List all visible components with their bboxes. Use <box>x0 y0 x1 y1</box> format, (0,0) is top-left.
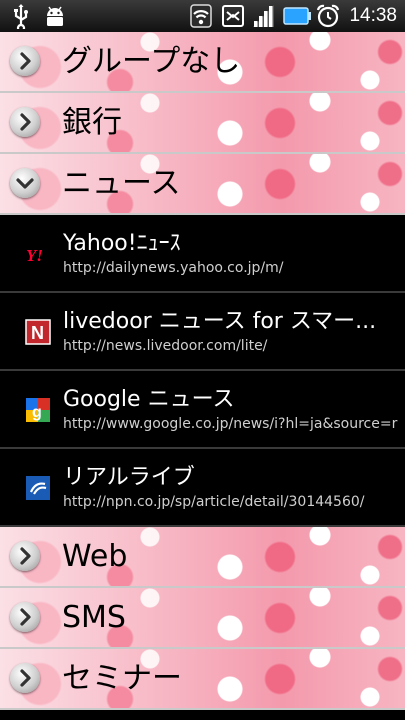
group-row-news[interactable]: ニュース <box>0 154 405 215</box>
group-label: グループなし <box>62 44 241 79</box>
google-favicon: g <box>26 398 50 422</box>
svg-text:N: N <box>31 323 44 343</box>
npn-favicon <box>26 476 50 500</box>
svg-text:Y!: Y! <box>26 246 43 265</box>
chevron-right-icon[interactable] <box>10 46 40 76</box>
bookmark-item[interactable]: N livedoor ニュース for スマー... http://news.l… <box>0 293 405 371</box>
bookmark-item[interactable]: リアルライブ http://npn.co.jp/sp/article/detai… <box>0 449 405 527</box>
status-bar: 14:38 <box>0 0 405 33</box>
bookmark-url: http://npn.co.jp/sp/article/detail/30144… <box>63 494 365 510</box>
bookmark-title: Yahoo!ﾆｭｰｽ <box>63 231 181 256</box>
wifi-icon <box>190 4 212 28</box>
bookmark-url: http://news.livedoor.com/lite/ <box>63 338 268 354</box>
android-debug-icon <box>47 6 63 26</box>
group-label: SMS <box>62 600 126 635</box>
chevron-right-icon[interactable] <box>10 663 40 693</box>
bookmark-title: リアルライブ <box>63 465 195 490</box>
group-label: 銀行 <box>62 105 122 140</box>
yahoo-favicon: Y! <box>26 246 43 265</box>
group-row-bank[interactable]: 銀行 <box>0 93 405 154</box>
group-row-seminar[interactable]: セミナー <box>0 649 405 710</box>
livedoor-favicon: N <box>25 319 51 345</box>
bookmark-url: http://dailynews.yahoo.co.jp/m/ <box>63 260 284 276</box>
alarm-icon <box>316 4 340 28</box>
bookmark-item[interactable]: Y! Yahoo!ﾆｭｰｽ http://dailynews.yahoo.co.… <box>0 215 405 293</box>
sim-icon <box>222 5 244 27</box>
group-row-sms[interactable]: SMS <box>0 588 405 649</box>
group-row-web[interactable]: Web <box>0 527 405 588</box>
status-clock: 14:38 <box>349 5 397 26</box>
group-label: ニュース <box>62 166 181 201</box>
chevron-right-icon[interactable] <box>10 107 40 137</box>
svg-text:g: g <box>32 404 42 421</box>
bookmark-title: Google ニュース <box>63 387 235 412</box>
bookmark-group-list[interactable]: グループなし 銀行 ニュース Y! Yahoo!ﾆｭｰｽ http://dail… <box>0 32 405 710</box>
signal-icon <box>253 5 274 27</box>
bookmark-title: livedoor ニュース for スマー... <box>63 309 377 334</box>
bookmark-url: http://www.google.co.jp/news/i?hl=ja&sou… <box>63 416 398 432</box>
chevron-right-icon[interactable] <box>10 602 40 632</box>
bookmark-item[interactable]: g Google ニュース http://www.google.co.jp/ne… <box>0 371 405 449</box>
usb-icon <box>14 4 28 29</box>
group-row-no-group[interactable]: グループなし <box>0 32 405 93</box>
group-label: セミナー <box>62 661 182 696</box>
chevron-down-icon[interactable] <box>10 168 40 198</box>
group-label: Web <box>62 539 128 574</box>
chevron-right-icon[interactable] <box>10 541 40 571</box>
battery-icon <box>283 7 311 25</box>
